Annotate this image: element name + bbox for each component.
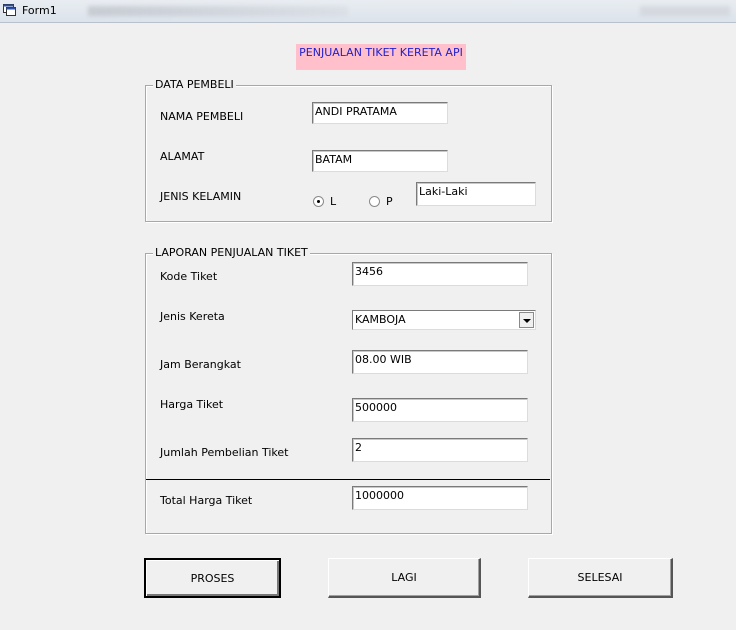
jenis-kelamin-input[interactable]: Laki-Laki bbox=[416, 182, 536, 206]
alamat-label: ALAMAT bbox=[160, 150, 205, 163]
title-bar[interactable]: Form1 bbox=[0, 0, 736, 23]
nama-pembeli-label: NAMA PEMBELI bbox=[160, 110, 244, 123]
selesai-button[interactable]: SELESAI bbox=[528, 558, 673, 598]
jenis-kereta-label: Jenis Kereta bbox=[160, 310, 225, 323]
jenis-kereta-value: KAMBOJA bbox=[355, 313, 406, 326]
lagi-button[interactable]: LAGI bbox=[328, 558, 481, 598]
alamat-input[interactable]: BATAM bbox=[312, 150, 448, 172]
radio-l-dot bbox=[317, 200, 320, 203]
jenis-kereta-select[interactable]: KAMBOJA bbox=[352, 310, 536, 330]
harga-tiket-label: Harga Tiket bbox=[160, 398, 224, 411]
chevron-down-icon bbox=[523, 319, 531, 323]
jenis-kelamin-label: JENIS KELAMIN bbox=[160, 190, 242, 203]
total-harga-label: Total Harga Tiket bbox=[160, 494, 253, 507]
jam-berangkat-label: Jam Berangkat bbox=[160, 358, 241, 371]
radio-l-label[interactable]: L bbox=[330, 195, 336, 209]
title-bar-blur-right bbox=[640, 6, 730, 16]
form-heading: PENJUALAN TIKET KERETA API bbox=[296, 44, 466, 70]
frame-title-data-pembeli: DATA PEMBELI bbox=[153, 78, 236, 92]
radio-p[interactable] bbox=[369, 196, 380, 207]
frame-title-laporan: LAPORAN PENJUALAN TIKET bbox=[153, 246, 310, 260]
nama-pembeli-input[interactable]: ANDI PRATAMA bbox=[312, 102, 448, 124]
jam-berangkat-input[interactable]: 08.00 WIB bbox=[352, 350, 528, 374]
dropdown-button[interactable] bbox=[519, 312, 534, 328]
title-bar-blur bbox=[88, 6, 348, 16]
jumlah-tiket-label: Jumlah Pembelian Tiket bbox=[160, 446, 289, 459]
jumlah-tiket-input[interactable]: 2 bbox=[352, 438, 528, 462]
harga-tiket-input[interactable]: 500000 bbox=[352, 398, 528, 422]
proses-button[interactable]: PROSES bbox=[144, 558, 281, 598]
radio-l[interactable] bbox=[313, 196, 324, 207]
kode-tiket-label: Kode Tiket bbox=[160, 270, 218, 283]
window-title: Form1 bbox=[22, 4, 57, 17]
radio-p-label[interactable]: P bbox=[386, 195, 393, 209]
total-harga-input[interactable]: 1000000 bbox=[352, 486, 528, 510]
app-icon bbox=[3, 4, 16, 16]
kode-tiket-input[interactable]: 3456 bbox=[352, 262, 528, 286]
separator-line bbox=[146, 479, 550, 480]
